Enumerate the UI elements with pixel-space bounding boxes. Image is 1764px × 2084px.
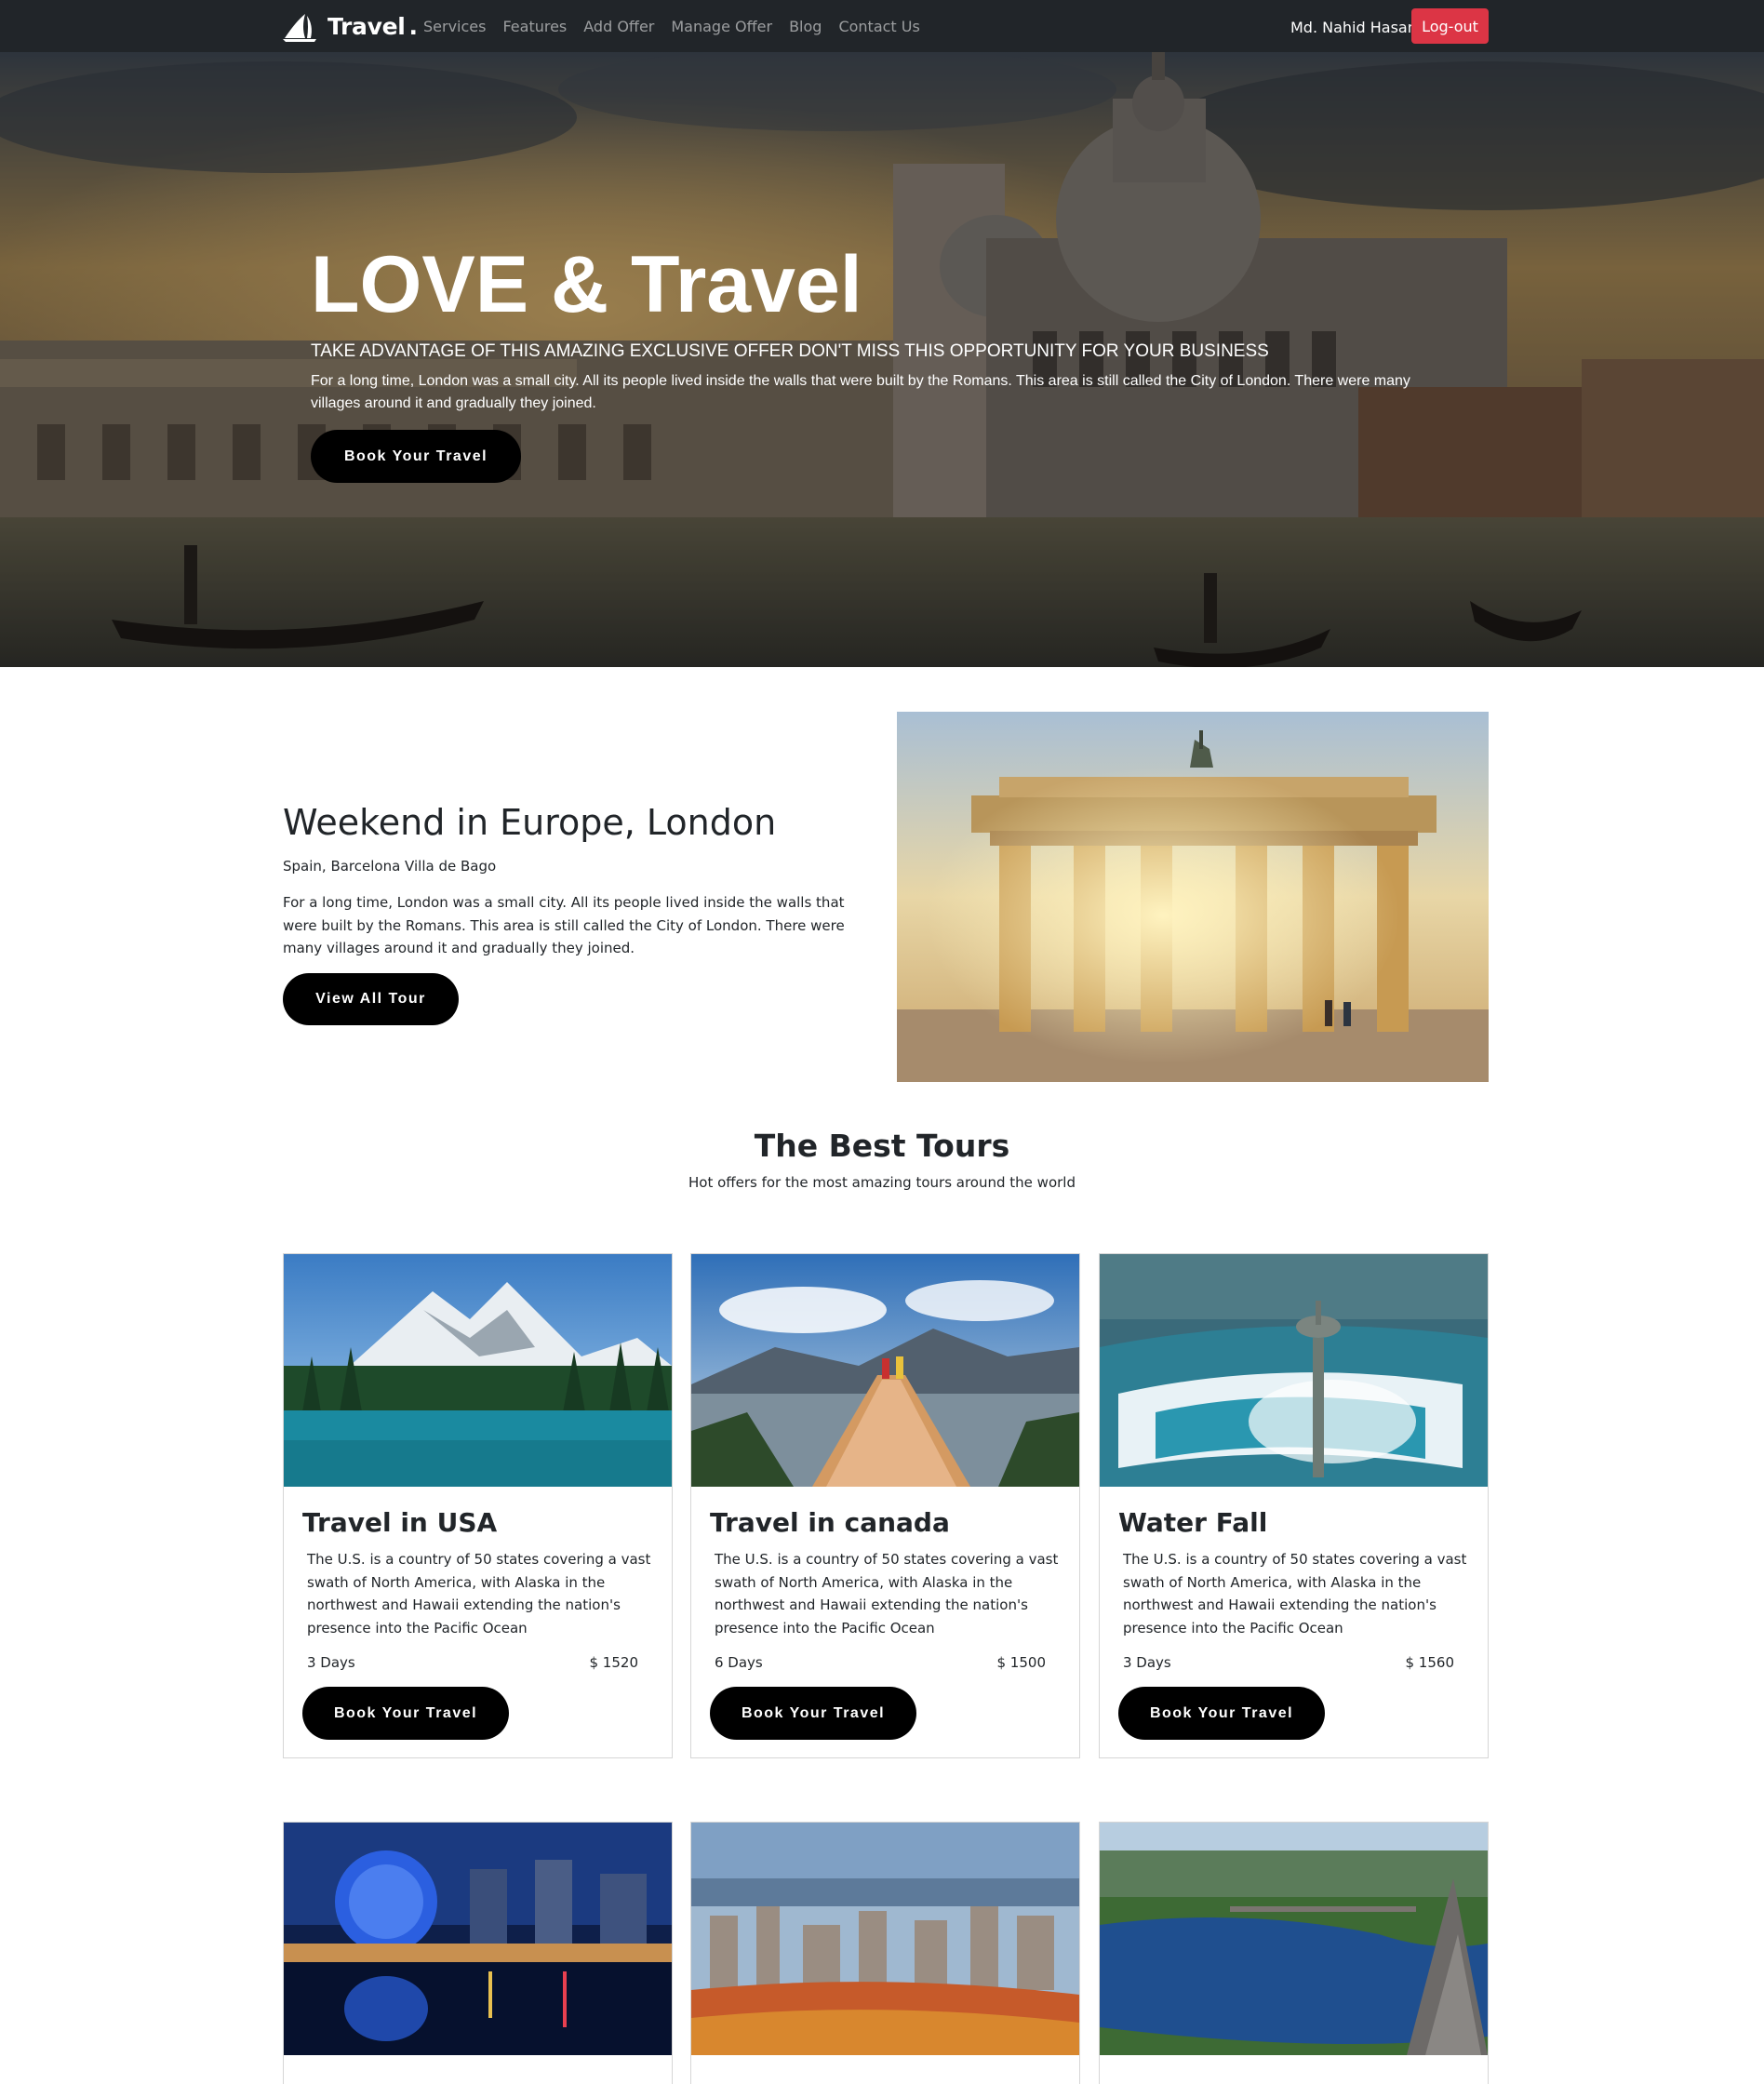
tour-description: The U.S. is a country of 50 states cover…	[715, 1551, 1059, 1636]
view-all-tour-button[interactable]: View All Tour	[283, 973, 459, 1025]
nav-link-blog[interactable]: Blog	[789, 18, 822, 35]
brand-name: Travel	[327, 12, 406, 40]
nav-link-contact-us[interactable]: Contact Us	[838, 18, 919, 35]
tour-description: The U.S. is a country of 50 states cover…	[1123, 1551, 1467, 1636]
tour-card: Travel in USA The U.S. is a country of 5…	[283, 1253, 673, 1758]
tour-image	[691, 1254, 1079, 1487]
nav-link-features[interactable]: Features	[502, 18, 567, 35]
tour-duration: 3 Days	[307, 1654, 355, 1671]
tour-description: The U.S. is a country of 50 states cover…	[307, 1551, 651, 1636]
feature-title: Weekend in Europe, London	[283, 802, 777, 843]
tour-image	[284, 1254, 672, 1487]
brand-dot: .	[408, 12, 419, 40]
book-travel-button[interactable]: Book Your Travel	[710, 1687, 916, 1740]
tour-duration: 6 Days	[715, 1654, 763, 1671]
tours-section-title: The Best Tours	[754, 1128, 1010, 1164]
nav-links: Services Features Add Offer Manage Offer…	[423, 0, 937, 52]
hero-subtitle: TAKE ADVANTAGE OF THIS AMAZING EXCLUSIVE…	[311, 341, 1269, 361]
tours-section-subtitle: Hot offers for the most amazing tours ar…	[688, 1174, 1076, 1191]
nav-link-services[interactable]: Services	[423, 18, 486, 35]
feature-image	[897, 712, 1489, 1082]
tour-card: Travel in canada The U.S. is a country o…	[690, 1253, 1080, 1758]
logout-button[interactable]: Log-out	[1411, 8, 1489, 44]
book-travel-button[interactable]: Book Your Travel	[1118, 1687, 1325, 1740]
sailboat-logo-icon	[283, 14, 316, 42]
tour-price: $ 1500	[996, 1654, 1047, 1671]
tour-price: $ 1560	[1405, 1654, 1455, 1671]
tour-title: Water Fall	[1118, 1507, 1268, 1538]
user-name: Md. Nahid Hasan	[1290, 19, 1417, 36]
tour-image	[691, 1823, 1079, 2055]
tour-price: $ 1520	[589, 1654, 639, 1671]
feature-description: For a long time, London was a small city…	[283, 894, 845, 956]
hero-title: LOVE & Travel	[311, 240, 862, 329]
feature-subtitle: Spain, Barcelona Villa de Bago	[283, 858, 497, 875]
tour-card	[283, 1822, 673, 2084]
nav-link-manage-offer[interactable]: Manage Offer	[671, 18, 772, 35]
hero-description: For a long time, London was a small city…	[311, 373, 1410, 411]
tour-card	[690, 1822, 1080, 2084]
tour-duration: 3 Days	[1123, 1654, 1171, 1671]
hero-banner: LOVE & Travel TAKE ADVANTAGE OF THIS AMA…	[0, 52, 1764, 667]
book-travel-button[interactable]: Book Your Travel	[302, 1687, 509, 1740]
tour-title: Travel in canada	[710, 1507, 950, 1538]
navbar: Travel . Services Features Add Offer Man…	[0, 0, 1764, 52]
brand[interactable]: Travel .	[283, 9, 418, 43]
nav-link-add-offer[interactable]: Add Offer	[583, 18, 654, 35]
tour-image	[284, 1823, 672, 2055]
tour-image	[1100, 1823, 1488, 2055]
tour-title: Travel in USA	[302, 1507, 498, 1538]
tour-image	[1100, 1254, 1488, 1487]
hero-book-button[interactable]: Book Your Travel	[311, 430, 521, 483]
tour-card	[1099, 1822, 1489, 2084]
tour-card: Water Fall The U.S. is a country of 50 s…	[1099, 1253, 1489, 1758]
